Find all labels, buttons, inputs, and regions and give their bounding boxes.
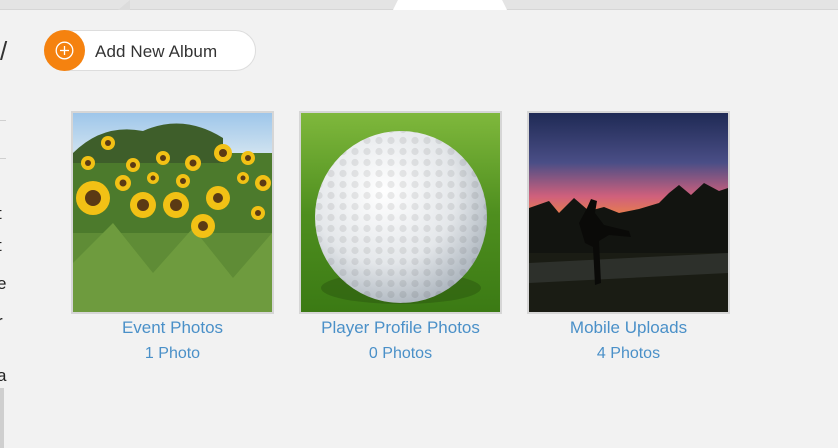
divider [0, 158, 6, 159]
cropped-text: t [0, 236, 2, 256]
album-photo-count[interactable]: 4 Photos [527, 344, 730, 364]
album-card-mobile-uploads[interactable]: Mobile Uploads 4 Photos [527, 111, 730, 364]
golf-ball-image [301, 113, 500, 312]
plus-circle-icon [44, 30, 85, 71]
album-title[interactable]: Player Profile Photos [299, 317, 502, 339]
album-title[interactable]: Event Photos [71, 317, 274, 339]
cropped-text: r [0, 312, 3, 332]
left-panel-edge: t t e r a [0, 10, 6, 448]
cropped-text: e [0, 274, 7, 293]
tab-inactive[interactable] [118, 0, 130, 10]
tab-strip [0, 0, 838, 10]
cropped-text: a [0, 366, 7, 385]
album-card-event-photos[interactable]: Event Photos 1 Photo [71, 111, 274, 364]
cropped-text: t [0, 204, 2, 224]
divider [0, 120, 6, 121]
tab-active[interactable] [392, 0, 508, 10]
add-new-album-label: Add New Album [95, 42, 218, 61]
sunset-silhouette-image [529, 113, 728, 312]
scrollbar-track[interactable] [0, 388, 4, 448]
album-thumbnail[interactable] [71, 111, 274, 314]
album-photo-count[interactable]: 0 Photos [299, 344, 502, 364]
album-thumbnail[interactable] [527, 111, 730, 314]
add-new-album-button[interactable]: Add New Album [44, 30, 256, 71]
album-thumbnail[interactable] [299, 111, 502, 314]
album-title[interactable]: Mobile Uploads [527, 317, 730, 339]
album-card-player-profile-photos[interactable]: Player Profile Photos 0 Photos [299, 111, 502, 364]
album-photo-count[interactable]: 1 Photo [71, 344, 274, 364]
sunflower-field-image [73, 113, 272, 312]
